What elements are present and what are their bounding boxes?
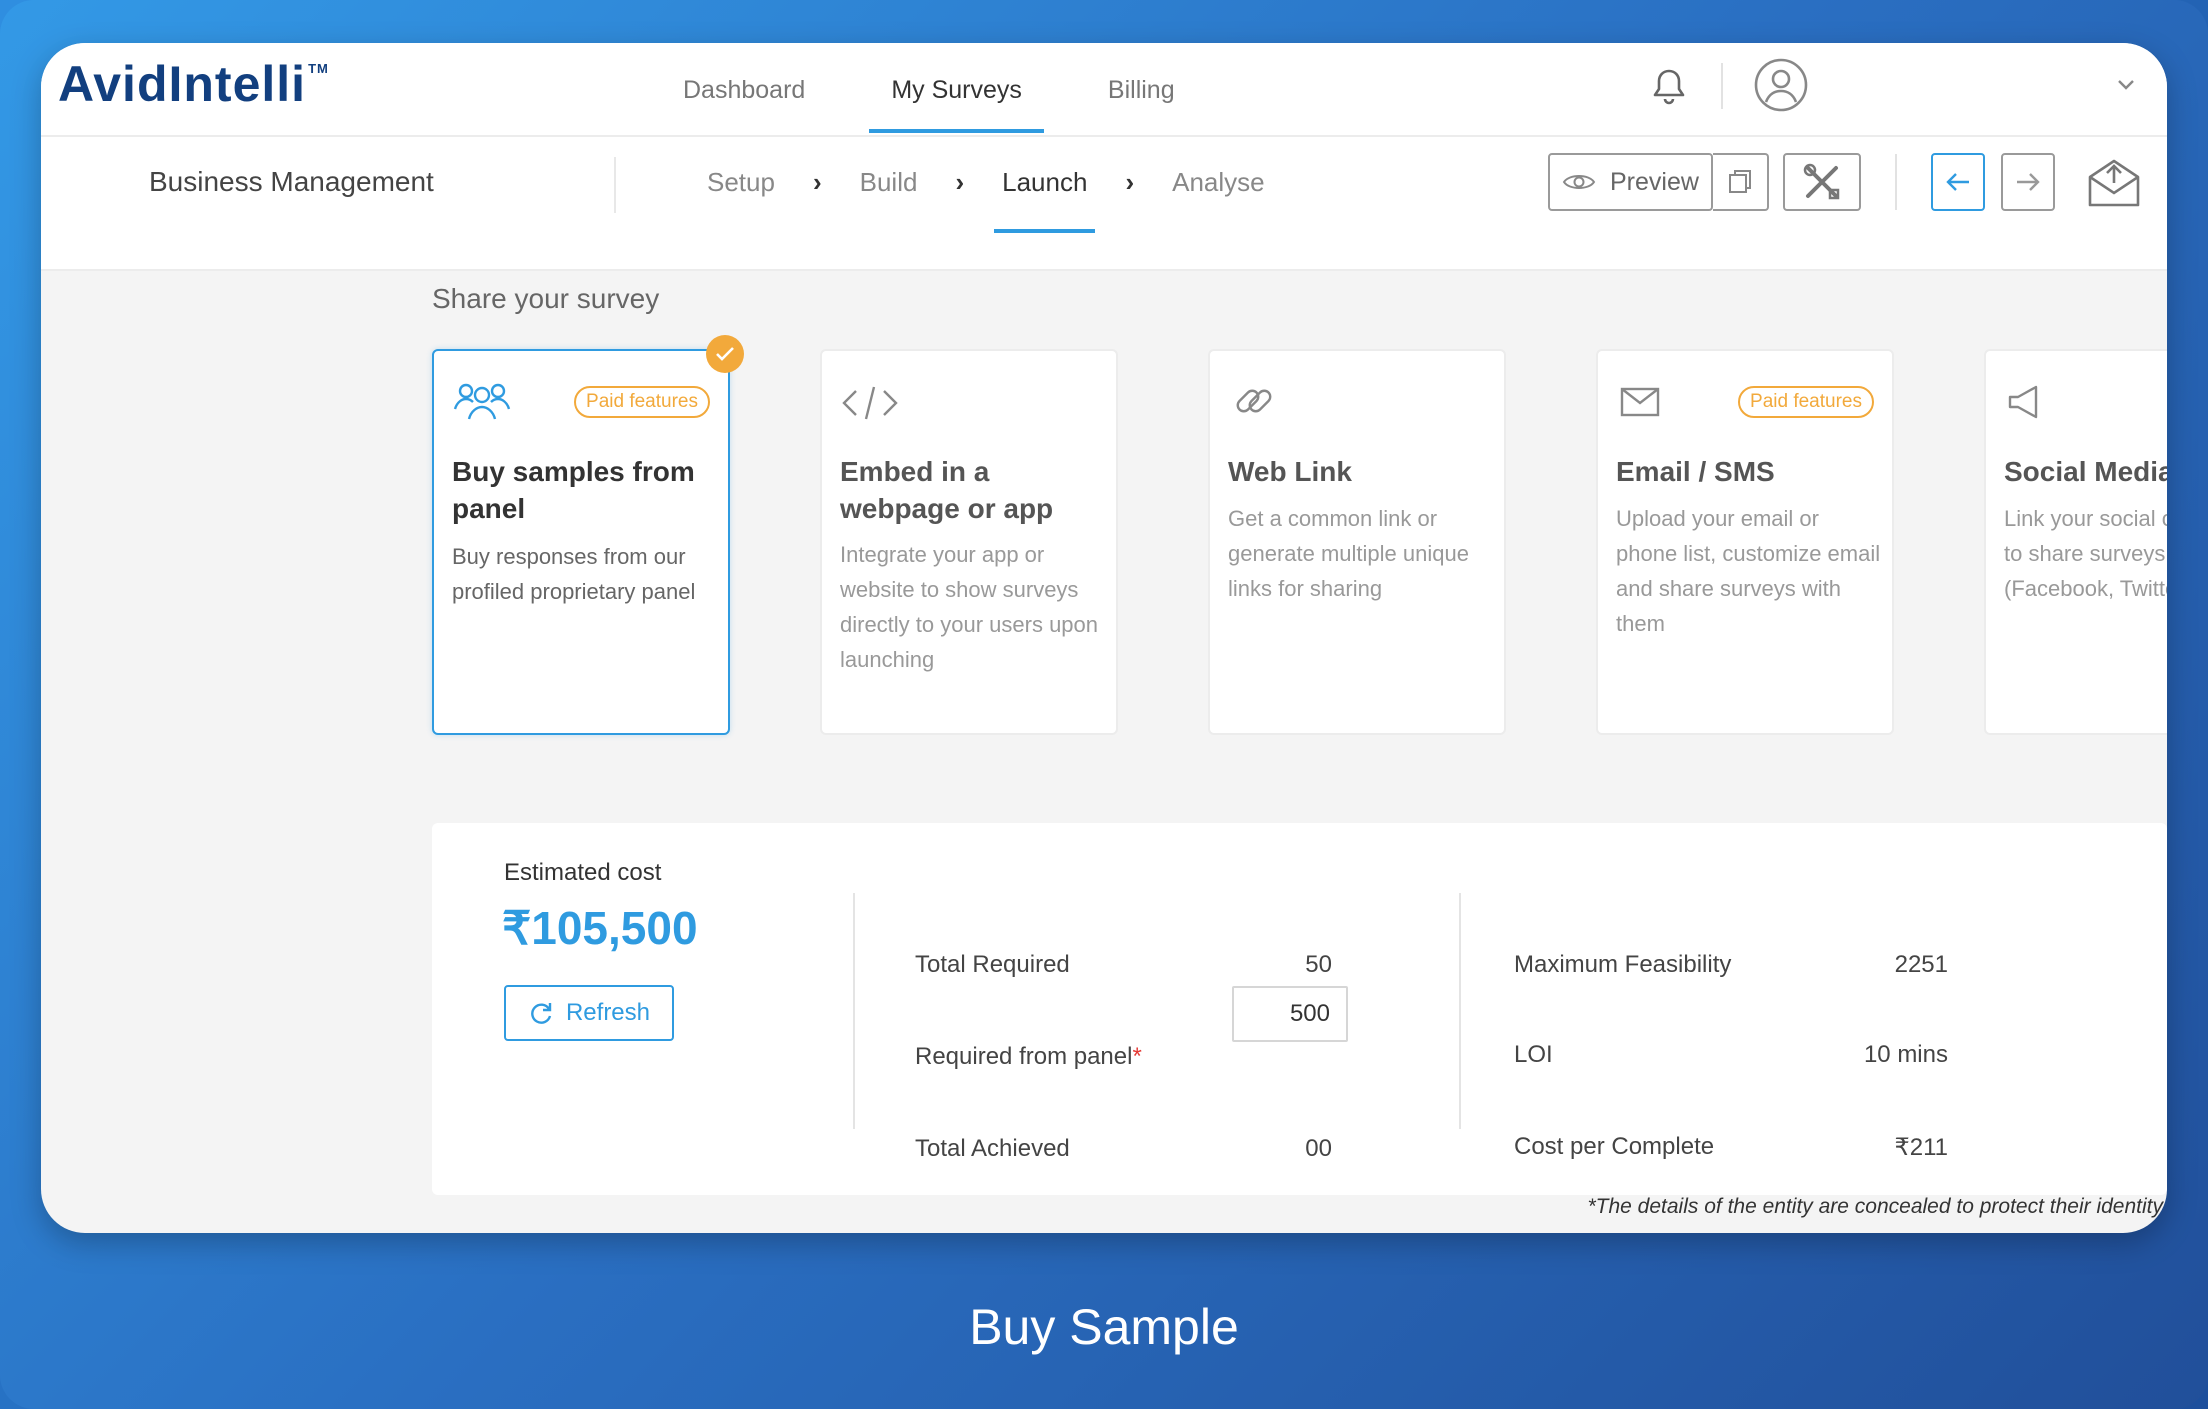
bell-icon[interactable] bbox=[1645, 63, 1693, 111]
required-from-panel-label: Required from panel* bbox=[915, 1043, 1142, 1071]
required-from-panel-input[interactable] bbox=[1232, 986, 1348, 1042]
previous-button[interactable] bbox=[1930, 153, 1985, 211]
required-from-panel-text: Required from panel bbox=[915, 1043, 1133, 1070]
code-icon bbox=[842, 386, 898, 420]
total-required-label: Total Required bbox=[915, 951, 1070, 978]
cost-per-complete-label: Cost per Complete bbox=[1514, 1133, 1715, 1160]
main-nav: Dashboard My Surveys Billing bbox=[661, 43, 1239, 137]
tools-button[interactable] bbox=[1782, 153, 1861, 211]
cost-divider bbox=[853, 893, 855, 1129]
preview-button[interactable]: Preview bbox=[1548, 153, 1713, 211]
cost-divider bbox=[1459, 893, 1461, 1129]
step-setup[interactable]: Setup bbox=[707, 137, 775, 227]
estimated-cost-amount: ₹105,500 bbox=[502, 902, 698, 954]
step-build[interactable]: Build bbox=[860, 137, 918, 227]
paid-features-badge: Paid features bbox=[574, 386, 710, 418]
share-card-web-link[interactable]: Web Link Get a common link or generate m… bbox=[1208, 349, 1506, 735]
card-title: Buy samples from panel bbox=[452, 456, 695, 524]
card-title: Embed in a webpage or app bbox=[840, 456, 1054, 524]
card-description: Link your social channels to share surve… bbox=[2004, 506, 2167, 601]
megaphone-icon bbox=[2008, 385, 2038, 419]
max-feasibility-value: 2251 bbox=[1894, 951, 1948, 978]
chevron-right-icon: › bbox=[812, 166, 822, 197]
loi-label: LOI bbox=[1514, 1041, 1553, 1068]
step-launch[interactable]: Launch bbox=[994, 137, 1096, 233]
logo-text: AvidIntelli bbox=[58, 56, 307, 112]
project-title: Business Management bbox=[149, 166, 434, 197]
total-achieved-value: 00 bbox=[1305, 1135, 1332, 1162]
preview-label: Preview bbox=[1610, 167, 1699, 196]
total-required-value: 50 bbox=[1305, 951, 1332, 978]
max-feasibility-label: Maximum Feasibility bbox=[1514, 951, 1732, 978]
total-achieved-label: Total Achieved bbox=[915, 1135, 1070, 1162]
estimated-cost-label: Estimated cost bbox=[504, 859, 662, 886]
next-button[interactable] bbox=[2000, 153, 2055, 211]
chevron-right-icon: › bbox=[1125, 166, 1135, 197]
card-title: Web Link bbox=[1228, 456, 1352, 487]
step-analyse[interactable]: Analyse bbox=[1172, 137, 1265, 227]
chevron-down-icon[interactable] bbox=[2113, 71, 2139, 97]
required-asterisk: * bbox=[1132, 1043, 1142, 1070]
mail-icon bbox=[1620, 387, 1660, 417]
arrow-left-icon bbox=[1946, 173, 1969, 191]
app-logo[interactable]: AvidIntelli TM bbox=[58, 55, 329, 113]
arrow-right-icon bbox=[2016, 173, 2040, 191]
tab-billing[interactable]: Billing bbox=[1086, 43, 1197, 137]
cost-per-complete-value: ₹211 bbox=[1894, 1134, 1948, 1161]
toolbar-divider bbox=[1894, 154, 1897, 210]
share-card-embed[interactable]: Embed in a webpage or app Integrate your… bbox=[820, 349, 1118, 735]
subbar-divider bbox=[614, 157, 616, 213]
copy-button[interactable] bbox=[1712, 153, 1769, 211]
app-window: AvidIntelli TM Dashboard My Surveys Billi… bbox=[41, 43, 2167, 1233]
tab-my-surveys[interactable]: My Surveys bbox=[869, 43, 1044, 137]
user-avatar-icon[interactable] bbox=[1751, 55, 1811, 115]
estimated-cost-panel: Estimated cost ₹105,500 Refresh Total Re… bbox=[432, 823, 2167, 1195]
paid-features-badge: Paid features bbox=[1738, 386, 1874, 418]
card-description: Integrate your app or website to show su… bbox=[840, 542, 1099, 672]
share-card-buy-samples[interactable]: Paid features Buy samples from panel Buy… bbox=[432, 335, 744, 735]
refresh-label: Refresh bbox=[565, 999, 651, 1026]
slide-caption: Buy Sample bbox=[969, 1299, 1239, 1355]
link-icon bbox=[1236, 389, 1272, 413]
share-card-email-sms[interactable]: Paid features Email / SMS Upload your em… bbox=[1596, 349, 1894, 735]
card-description: Get a common link or generate multiple u… bbox=[1228, 506, 1469, 601]
share-survey-button[interactable] bbox=[2083, 151, 2145, 213]
logo-trademark: TM bbox=[308, 61, 329, 76]
survey-subbar: Business Management Setup › Build › Laun… bbox=[41, 137, 2167, 271]
privacy-footnote: *The details of the entity are concealed… bbox=[1587, 1195, 2163, 1218]
card-description: Upload your email or phone list, customi… bbox=[1616, 506, 1881, 636]
share-section-title: Share your survey bbox=[432, 283, 660, 314]
copy-icon bbox=[1728, 170, 1751, 193]
eye-icon bbox=[1562, 175, 1596, 189]
loi-value: 10 mins bbox=[1863, 1041, 1948, 1068]
share-card-social-media[interactable]: Social Media Link your social channels t… bbox=[1984, 349, 2167, 735]
card-title: Email / SMS bbox=[1616, 456, 1775, 487]
refresh-icon bbox=[531, 1003, 552, 1024]
chevron-right-icon: › bbox=[955, 166, 965, 197]
tools-icon bbox=[1803, 163, 1840, 200]
users-icon bbox=[453, 383, 511, 420]
step-breadcrumb: Setup › Build › Launch › Analyse bbox=[707, 137, 1265, 233]
nav-divider bbox=[1721, 63, 1723, 109]
envelope-upload-icon bbox=[2088, 159, 2140, 207]
card-description: Buy responses from our profiled propriet… bbox=[452, 544, 696, 604]
selected-check-icon bbox=[706, 335, 744, 373]
tab-dashboard[interactable]: Dashboard bbox=[661, 43, 827, 137]
background-frame: AvidIntelli TM Dashboard My Surveys Billi… bbox=[0, 0, 2208, 1409]
refresh-button[interactable]: Refresh bbox=[504, 985, 674, 1041]
survey-toolbar: Preview bbox=[1548, 151, 2145, 213]
card-title: Social Media bbox=[2004, 456, 2167, 487]
top-navbar: AvidIntelli TM Dashboard My Surveys Billi… bbox=[41, 43, 2167, 137]
